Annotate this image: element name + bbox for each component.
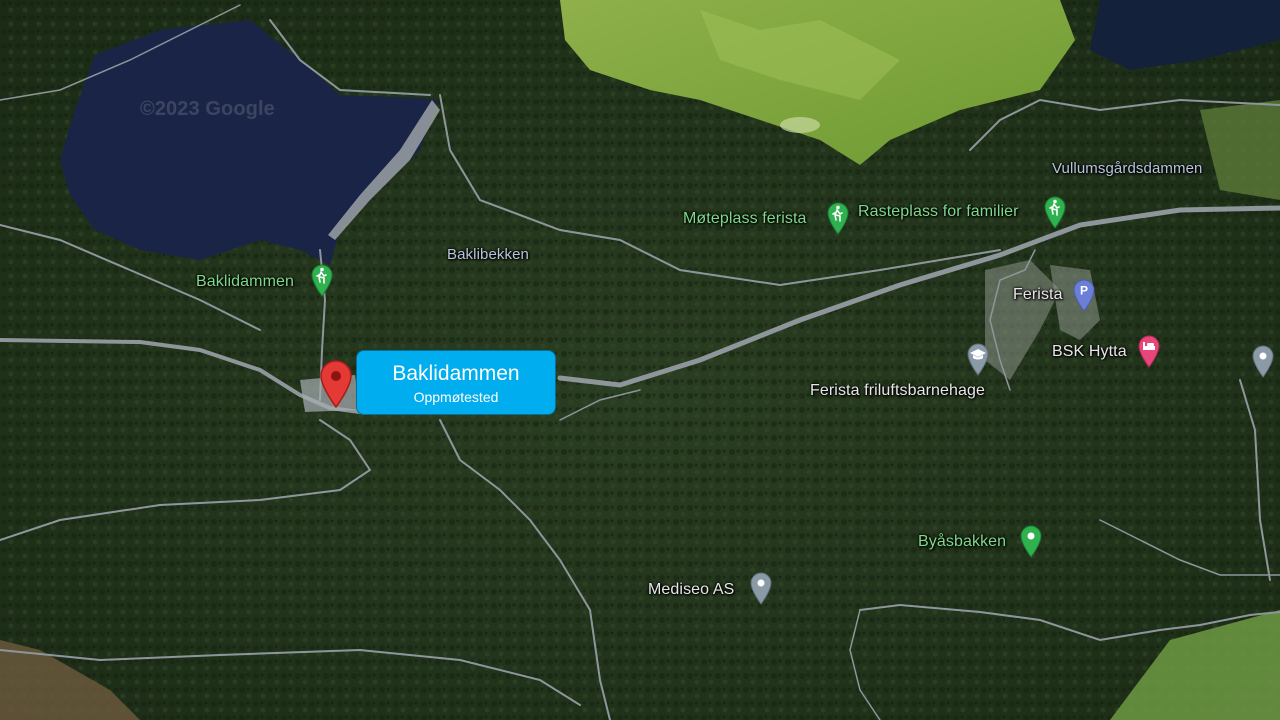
map-attribution-watermark: ©2023 Google bbox=[140, 98, 275, 120]
hiking-icon[interactable] bbox=[1043, 195, 1067, 229]
label-rasteplass-for-familier[interactable]: Rasteplass for familier bbox=[858, 203, 1019, 221]
place-pin-icon[interactable] bbox=[749, 571, 773, 605]
school-icon[interactable] bbox=[966, 342, 990, 376]
label-baklidammen[interactable]: Baklidammen bbox=[196, 273, 294, 291]
label-vullumsgardsdammen[interactable]: Vullumsgårdsdammen bbox=[1052, 160, 1202, 177]
hiking-icon[interactable] bbox=[310, 263, 334, 297]
place-pin-icon[interactable] bbox=[1251, 344, 1275, 378]
satellite-map[interactable]: ©2023 Google Vullumsgårdsdammen Møteplas… bbox=[0, 0, 1280, 720]
hiking-icon[interactable] bbox=[826, 201, 850, 235]
callout-subtitle: Oppmøtested bbox=[413, 389, 499, 405]
label-baklibekken[interactable]: Baklibekken bbox=[447, 246, 529, 263]
label-byasbakken[interactable]: Byåsbakken bbox=[918, 533, 1006, 551]
parking-icon[interactable]: P bbox=[1072, 278, 1096, 312]
place-pin-icon[interactable] bbox=[1019, 524, 1043, 558]
svg-text:P: P bbox=[1080, 284, 1088, 298]
map-marker-icon[interactable] bbox=[318, 360, 354, 408]
label-ferista-friluftsbarnehage[interactable]: Ferista friluftsbarnehage bbox=[810, 382, 985, 400]
label-moteplass-ferista[interactable]: Møteplass ferista bbox=[683, 210, 807, 228]
hotel-icon[interactable] bbox=[1137, 334, 1161, 368]
meeting-point-callout[interactable]: Baklidammen Oppmøtested bbox=[356, 350, 556, 415]
callout-title: Baklidammen bbox=[392, 362, 520, 385]
label-bsk-hytta[interactable]: BSK Hytta bbox=[1052, 343, 1127, 361]
label-mediseo-as[interactable]: Mediseo AS bbox=[648, 581, 734, 599]
label-ferista[interactable]: Ferista bbox=[1013, 286, 1063, 304]
